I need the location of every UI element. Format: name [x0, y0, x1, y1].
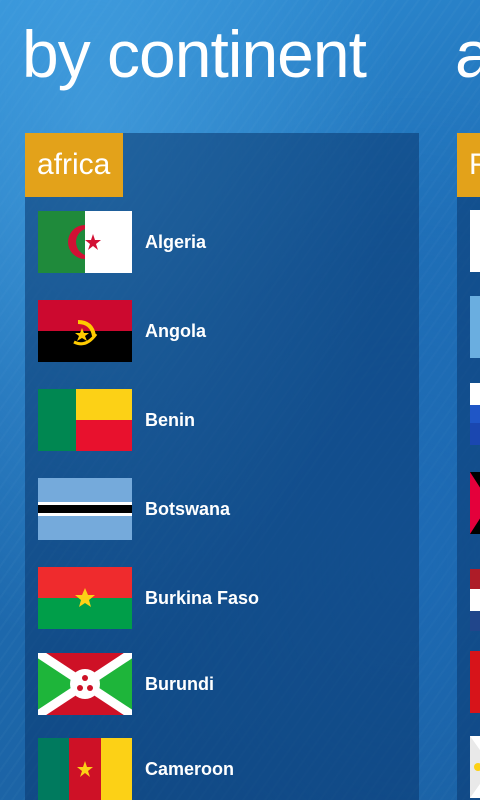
next-flag-1-icon [470, 210, 480, 272]
page-title: by continent [22, 17, 367, 91]
next-page-title-peek[interactable]: a [455, 12, 480, 96]
country-item-benin[interactable]: Benin [38, 388, 408, 452]
country-item-algeria[interactable]: Algeria [38, 210, 408, 274]
cameroon-flag-icon [38, 738, 132, 800]
country-item-botswana[interactable]: Botswana [38, 477, 408, 541]
next-flag-3-icon [470, 383, 480, 445]
country-item-burundi[interactable]: Burundi [38, 652, 408, 716]
country-name: Benin [145, 409, 196, 430]
benin-flag-icon [38, 389, 132, 451]
country-name: Burundi [145, 673, 214, 694]
angola-flag-icon [38, 300, 132, 362]
country-name: Burkina Faso [145, 587, 260, 608]
africa-section: africa Algeria Angola Benin Botswana Bur… [25, 133, 419, 800]
section-header-africa[interactable]: africa [25, 133, 123, 197]
country-item-burkina-faso[interactable]: Burkina Faso [38, 566, 408, 630]
country-name: Angola [145, 320, 206, 341]
country-name: Botswana [145, 498, 231, 519]
next-flag-4-icon [470, 472, 480, 534]
algeria-flag-icon [38, 211, 132, 273]
next-flag-6-icon [470, 651, 480, 713]
burkina-faso-flag-icon [38, 567, 132, 629]
country-name: Cameroon [145, 758, 235, 779]
botswana-flag-icon [38, 478, 132, 540]
next-section-peek[interactable]: F [457, 133, 480, 800]
country-item-cameroon[interactable]: Cameroon [38, 737, 408, 800]
next-flag-2-icon [470, 296, 480, 358]
next-flag-5-icon [470, 569, 480, 631]
country-name: Algeria [145, 231, 207, 252]
country-item-angola[interactable]: Angola [38, 299, 408, 363]
burundi-flag-icon [38, 653, 132, 715]
next-flag-7-icon [470, 736, 480, 798]
next-section-header[interactable]: F [457, 133, 480, 197]
